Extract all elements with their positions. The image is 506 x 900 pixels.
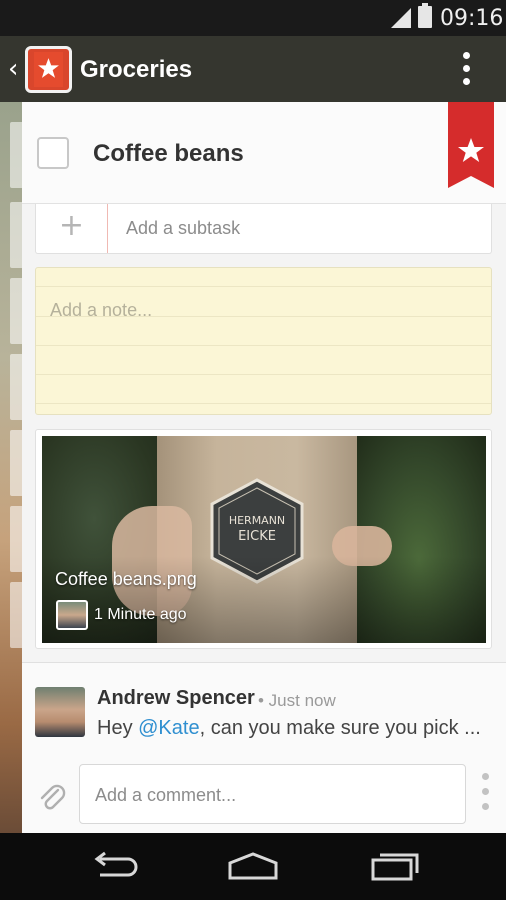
comments-section: Andrew Spencer • Just now Hey @Kate, can…: [22, 662, 506, 833]
chevron-left-icon[interactable]: ‹: [8, 56, 18, 82]
comment-mention[interactable]: @Kate: [138, 717, 199, 739]
avatar: [56, 600, 88, 630]
add-subtask-row[interactable]: + Add a subtask: [35, 204, 492, 254]
wunderlist-star-icon[interactable]: [25, 46, 72, 93]
attachment-time: 1 Minute ago: [94, 606, 187, 623]
paperclip-icon[interactable]: [38, 781, 66, 813]
comment-text-start: Hey: [97, 717, 139, 739]
attachment-image[interactable]: HERMANN EICKE Coffee beans.png 1 Minute …: [42, 436, 486, 643]
navigation-bar: [0, 833, 506, 900]
app-bar: ‹ Groceries: [0, 36, 506, 102]
hex-label-line1: HERMANN: [229, 514, 285, 527]
status-bar: 09:16: [0, 0, 506, 36]
nav-recents-icon[interactable]: [370, 851, 420, 881]
note-placeholder: Add a note...: [50, 300, 153, 320]
star-ribbon-icon[interactable]: [448, 102, 494, 188]
comment-input[interactable]: Add a comment...: [79, 764, 466, 824]
avatar[interactable]: [35, 687, 85, 737]
task-header: Coffee beans: [22, 102, 506, 204]
comment-text: Hey @Kate, can you make sure you pick ..…: [97, 717, 492, 740]
list-title: Groceries: [80, 56, 193, 83]
task-title[interactable]: Coffee beans: [93, 140, 244, 168]
add-subtask-input[interactable]: Add a subtask: [126, 218, 240, 239]
nav-back-icon[interactable]: [88, 851, 138, 881]
comment-input-placeholder: Add a comment...: [95, 785, 237, 805]
comment-author: Andrew Spencer: [97, 687, 255, 709]
attachment-card[interactable]: HERMANN EICKE Coffee beans.png 1 Minute …: [35, 429, 492, 649]
battery-icon: [418, 3, 432, 28]
comment-text-end: , can you make sure you pick ...: [199, 717, 481, 739]
task-checkbox[interactable]: [37, 137, 69, 169]
signal-icon: [391, 8, 411, 28]
plus-icon[interactable]: +: [36, 204, 108, 253]
comment-timestamp: • Just now: [258, 691, 336, 710]
overflow-menu-icon[interactable]: [456, 50, 476, 90]
nav-home-icon[interactable]: [226, 851, 280, 881]
comment-options-icon[interactable]: [482, 773, 490, 817]
note-area[interactable]: Add a note...: [35, 267, 492, 415]
background-list-edge: [0, 102, 22, 833]
hex-label-line2: EICKE: [238, 529, 276, 544]
status-time: 09:16: [440, 6, 504, 31]
attachment-file-name: Coffee beans.png: [55, 569, 197, 589]
task-detail-panel: Coffee beans + Add a subtask Add a note.…: [22, 102, 506, 833]
